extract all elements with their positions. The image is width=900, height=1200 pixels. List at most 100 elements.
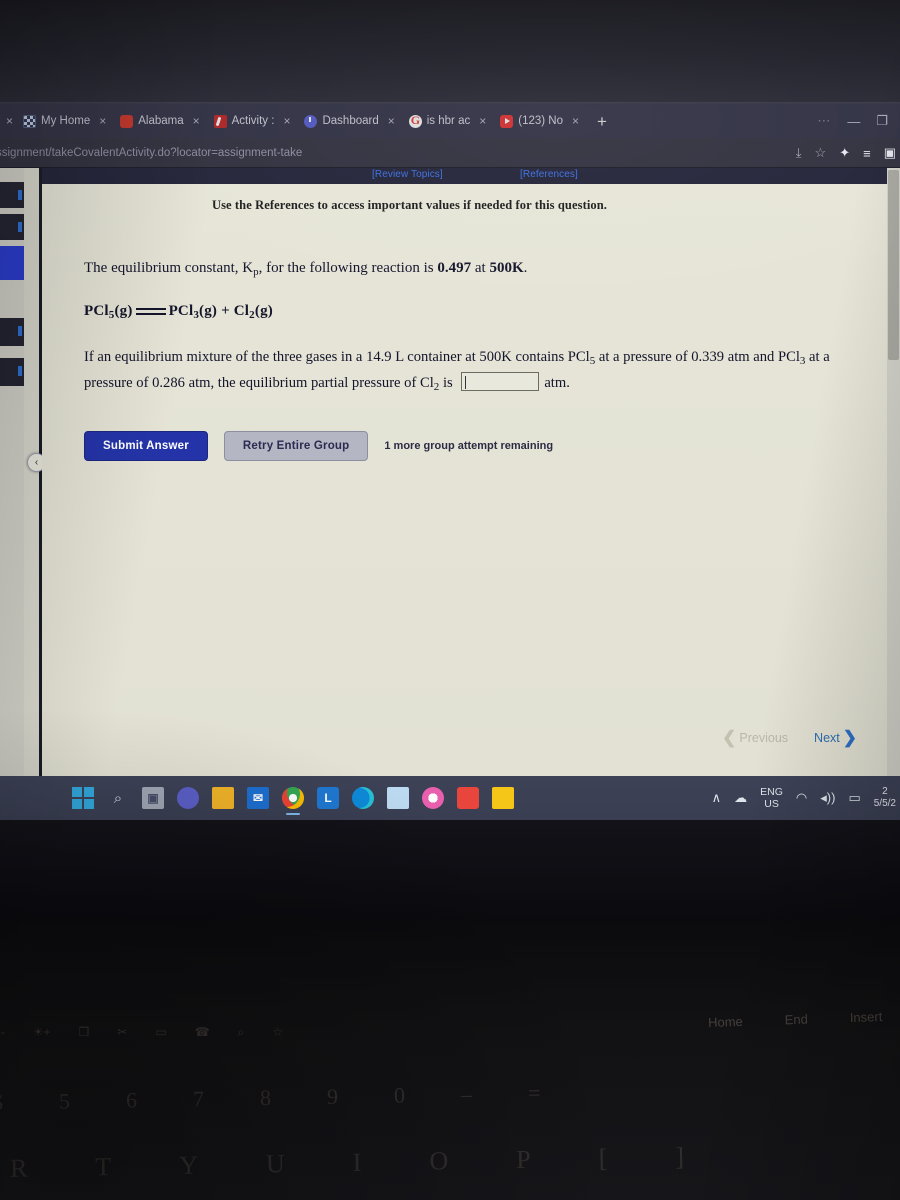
previous-button[interactable]: ❮ Previous <box>722 728 788 748</box>
task-view-glyph: ▣ <box>147 791 159 805</box>
tab-close-icon[interactable]: × <box>384 114 399 128</box>
file-explorer-icon[interactable] <box>212 787 234 809</box>
teams-icon[interactable] <box>177 787 199 809</box>
tab-close-icon[interactable]: × <box>568 114 583 128</box>
window-controls: ⋯ — ❐ <box>817 104 896 138</box>
answer-unit: atm. <box>544 374 570 391</box>
chrome-icon[interactable] <box>282 787 304 815</box>
browser-tab-search[interactable]: is hbr ac × <box>403 107 494 135</box>
edge-icon[interactable] <box>352 787 374 809</box>
reading-list-icon[interactable]: ≡ <box>863 146 871 161</box>
wifi-icon[interactable]: ◠ <box>796 790 807 806</box>
volume-icon[interactable]: ◂)) <box>820 790 835 806</box>
profile-icon[interactable]: ▣ <box>884 145 896 161</box>
key-let-5: O <box>429 1146 449 1176</box>
nav-item-2[interactable] <box>0 214 24 240</box>
laptop-screen-photo: × My Home × Alabama × Activity : × Dashb… <box>0 0 900 1200</box>
keyboard-function-row: ☀- ☀+ ❐ ✂ ▭ ☎ ⌕ ☆ <box>0 1025 283 1040</box>
browser-tab-dashboard[interactable]: Dashboard × <box>298 107 402 135</box>
laptop-bezel-top <box>0 0 900 108</box>
pressure-pcl3: 0.286 <box>152 374 185 391</box>
sticky-notes-icon[interactable] <box>492 787 514 809</box>
key-num-5: 9 <box>326 1083 339 1109</box>
nav-accent <box>18 222 22 232</box>
chevron-left-icon: ❮ <box>722 728 737 747</box>
previous-label: Previous <box>739 731 789 745</box>
submit-answer-button[interactable]: Submit Answer <box>84 431 208 461</box>
restore-button[interactable]: ❐ <box>876 113 888 129</box>
new-tab-button[interactable]: + <box>587 113 617 130</box>
browser-tab-youtube[interactable]: (123) No × <box>494 107 587 135</box>
scrollbar-thumb[interactable] <box>888 170 899 360</box>
nav-item-4[interactable] <box>0 318 24 346</box>
tray-overflow-icon[interactable]: ∧ <box>712 790 722 806</box>
photos-icon[interactable] <box>387 787 409 809</box>
language-bottom: US <box>764 798 779 810</box>
retry-entire-group-button[interactable]: Retry Entire Group <box>223 431 369 461</box>
install-app-icon[interactable]: ⤓ <box>796 145 802 161</box>
action-buttons: Submit Answer Retry Entire Group 1 more … <box>84 431 897 461</box>
browser-tab-my-home[interactable]: My Home × <box>17 107 114 135</box>
tab-label: (123) No <box>518 115 563 127</box>
address-bar[interactable]: ssignment/takeCovalentActivity.do?locato… <box>0 138 900 168</box>
question-pager: ❮ Previous Next ❯ <box>722 728 857 748</box>
search-icon[interactable]: ⌕ <box>107 787 129 809</box>
more-options-icon[interactable]: ⋯ <box>817 113 831 129</box>
chrome-browser-window: × My Home × Alabama × Activity : × Dashb… <box>0 104 900 776</box>
next-button[interactable]: Next ❯ <box>814 728 857 748</box>
laptop-bezel-bottom <box>0 820 900 930</box>
references-link[interactable]: [References] <box>520 169 578 180</box>
search-glyph: ⌕ <box>113 789 123 807</box>
key-f-4: ▭ <box>155 1025 167 1039</box>
task-view-icon[interactable]: ▣ <box>142 787 164 809</box>
answer-input[interactable] <box>461 371 540 391</box>
q1-text-at: at <box>471 260 490 276</box>
minimize-button[interactable]: — <box>847 114 860 129</box>
battery-icon[interactable]: ▭ <box>848 790 860 806</box>
lockdown-browser-icon[interactable]: L <box>317 787 339 809</box>
reference-note: Use the References to access important v… <box>211 198 608 212</box>
page-scrollbar[interactable] <box>887 168 900 776</box>
taskbar-icon-row: ⌕ ▣ ✉ L ♪ <box>72 787 514 815</box>
nav-item-5[interactable] <box>0 358 24 386</box>
key-f-5: ☎ <box>194 1025 210 1039</box>
equation-products: PCl3(g) + Cl2(g) <box>168 302 273 321</box>
browser-tab-strip: × My Home × Alabama × Activity : × Dashb… <box>0 104 900 138</box>
start-icon[interactable] <box>72 787 94 809</box>
tab-close-icon-leading[interactable]: × <box>2 114 17 128</box>
power-icon <box>304 114 318 128</box>
pencil-icon <box>213 114 227 128</box>
laptop-keyboard: Home End Insert ☀- ☀+ ❐ ✂ ▭ ☎ ⌕ ☆ $ 5 6 … <box>0 920 900 1200</box>
nav-item-1[interactable] <box>0 182 24 208</box>
mail-icon[interactable]: ✉ <box>247 787 269 809</box>
p-text-5: atm and <box>724 348 778 365</box>
onedrive-cloud-icon[interactable]: ☁ <box>734 790 747 806</box>
bookmark-star-icon[interactable]: ☆ <box>815 145 827 161</box>
browser-tab-alabama[interactable]: Alabama × <box>114 107 207 135</box>
tab-close-icon[interactable]: × <box>95 114 110 128</box>
url-text[interactable]: ssignment/takeCovalentActivity.do?locato… <box>0 147 302 159</box>
p-text-1: If an equilibrium mixture of the three g… <box>84 348 367 365</box>
key-num-6: 0 <box>393 1082 406 1108</box>
equation-reactant: PCl5(g) <box>84 302 133 321</box>
key-f-1: ☀+ <box>32 1025 51 1039</box>
species-cl2: Cl2 <box>420 374 440 393</box>
tab-close-icon[interactable]: × <box>189 114 204 128</box>
google-icon <box>408 114 422 128</box>
page-viewport: ‹ [Review Topics] [References] Use the R… <box>0 168 900 776</box>
tab-close-icon[interactable]: × <box>475 114 490 128</box>
review-topics-link[interactable]: [Review Topics] <box>372 169 443 180</box>
language-indicator[interactable]: ENG US <box>760 786 783 810</box>
keyboard-nav-keys: Home End Insert <box>707 1009 882 1030</box>
nav-item-active[interactable] <box>0 246 24 280</box>
key-f-2: ❐ <box>78 1025 90 1039</box>
chemical-equation: PCl5(g) PCl3(g) + Cl2(g) <box>84 303 897 321</box>
clock[interactable]: 2 5/5/2 <box>874 786 896 810</box>
nav-accent <box>18 326 22 336</box>
p-text-3: contains <box>511 348 568 365</box>
itunes-icon[interactable]: ♪ <box>422 787 444 809</box>
tab-close-icon[interactable]: × <box>279 114 294 128</box>
office-icon[interactable] <box>457 787 479 809</box>
browser-tab-activity[interactable]: Activity : × <box>208 107 299 135</box>
extensions-icon[interactable]: ✦ <box>839 145 850 161</box>
